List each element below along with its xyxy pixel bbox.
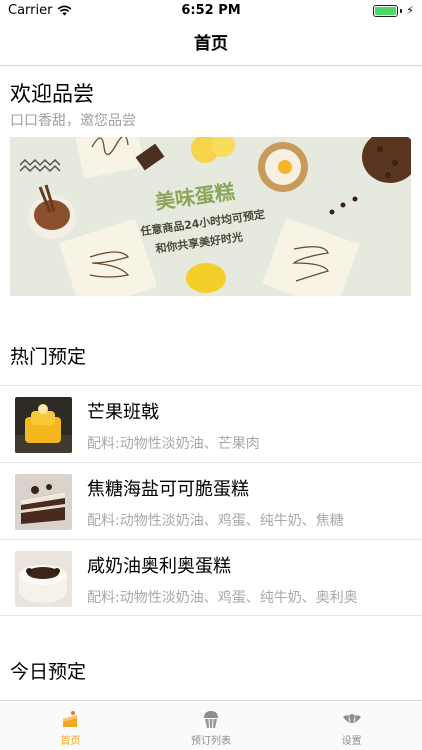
tab-bar: 首页 预订列表 设置 <box>0 700 422 750</box>
tab-settings-label: 设置 <box>341 736 362 747</box>
product-name: 焦糖海盐可可脆蛋糕 <box>87 479 249 500</box>
nav-title: 首页 <box>194 34 228 54</box>
welcome-title: 欢迎品尝 <box>10 82 94 106</box>
welcome-subtitle: 口口香甜，邀您品尝 <box>10 113 136 129</box>
tab-reservations[interactable]: 预订列表 <box>141 701 282 750</box>
product-ingredients: 配料:动物性淡奶油、芒果肉 <box>87 436 260 452</box>
tab-settings[interactable]: 设置 <box>281 701 422 750</box>
hot-section-title: 热门预定 <box>10 346 87 368</box>
battery-icon <box>373 4 399 17</box>
list-item[interactable]: 芒果班戟 配料:动物性淡奶油、芒果肉 <box>0 385 422 462</box>
tab-home[interactable]: 首页 <box>0 701 141 750</box>
list-item[interactable]: 咸奶油奥利奥蛋糕 配料:动物性淡奶油、鸡蛋、纯牛奶、奥利奥 <box>0 539 422 616</box>
status-bar: Carrier 6:52 PM ⚡ <box>0 0 422 22</box>
tab-home-label: 首页 <box>60 736 81 747</box>
cupcake-icon <box>204 711 218 729</box>
cake-icon <box>63 711 78 727</box>
charging-icon: ⚡ <box>406 4 414 17</box>
banner-artwork: 美味蛋糕 任意商品24小时均可预定 和你共享美好时光 <box>10 137 411 296</box>
battery-indicator: ⚡ <box>373 4 414 17</box>
status-time: 6:52 PM <box>181 3 241 18</box>
product-image <box>15 551 72 607</box>
product-ingredients: 配料:动物性淡奶油、鸡蛋、纯牛奶、奥利奥 <box>87 590 358 606</box>
list-item[interactable]: 焦糖海盐可可脆蛋糕 配料:动物性淡奶油、鸡蛋、纯牛奶、焦糖 <box>0 462 422 539</box>
product-ingredients: 配料:动物性淡奶油、鸡蛋、纯牛奶、焦糖 <box>87 513 344 529</box>
nav-bar: 首页 <box>0 22 422 66</box>
product-image <box>15 474 72 530</box>
today-section-title: 今日预定 <box>10 661 87 683</box>
tab-reservations-label: 预订列表 <box>191 736 231 747</box>
product-image <box>15 397 72 453</box>
product-name: 咸奶油奥利奥蛋糕 <box>87 556 231 577</box>
product-name: 芒果班戟 <box>87 402 159 423</box>
croissant-icon <box>342 714 361 723</box>
hot-list: 芒果班戟 配料:动物性淡奶油、芒果肉 焦糖海盐可可脆蛋糕 配料:动物性淡奶油、鸡… <box>0 385 422 616</box>
promo-banner[interactable]: 美味蛋糕 任意商品24小时均可预定 和你共享美好时光 <box>10 137 411 296</box>
